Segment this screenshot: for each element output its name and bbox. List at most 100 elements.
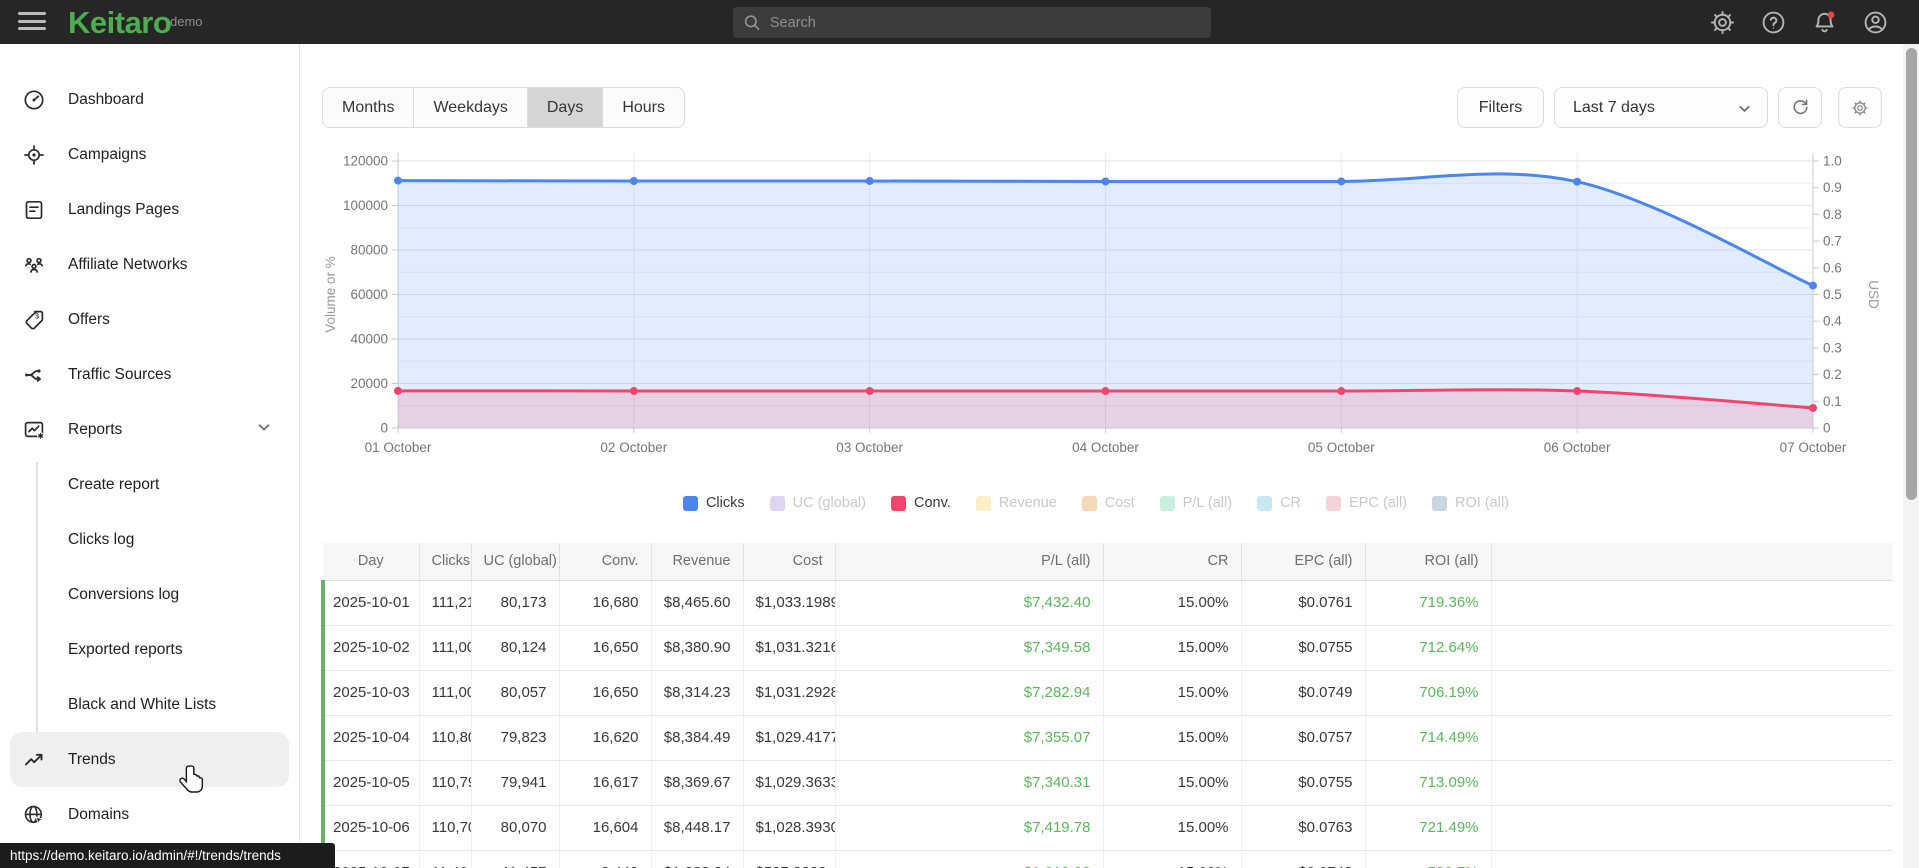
help-icon[interactable] xyxy=(1760,9,1787,36)
cell-spacer xyxy=(1491,850,1893,868)
column-header-day[interactable]: Day xyxy=(323,543,420,581)
top-bar: Keitaro demo xyxy=(0,0,1919,44)
notifications-bell-icon[interactable] xyxy=(1811,9,1838,36)
cell-roi-all: 706.19% xyxy=(1365,670,1492,716)
search-input[interactable] xyxy=(769,14,1201,31)
main-content: Months Weekdays Days Hours Filters Last 7 d… xyxy=(301,44,1903,868)
sidebar-item-black-and-white-lists[interactable]: Black and White Lists xyxy=(10,677,289,732)
table-row[interactable]: 2025-10-04110,8079,82316,620$8,384.49$1,… xyxy=(321,715,1893,761)
data-point xyxy=(1573,177,1582,186)
svg-text:0.2: 0.2 xyxy=(1823,367,1842,382)
domains-icon xyxy=(22,803,46,827)
legend-item-uc-global[interactable]: UC (global) xyxy=(769,495,866,511)
sidebar-item-create-report[interactable]: Create report xyxy=(10,457,289,512)
legend-label: EPC (all) xyxy=(1349,495,1408,511)
column-header-uc-global[interactable]: UC (global) xyxy=(471,543,560,581)
legend-label: Cost xyxy=(1104,495,1135,511)
cell-uc-global: 80,173 xyxy=(471,580,560,626)
cell-cr: 15.00% xyxy=(1103,850,1242,868)
filters-button[interactable]: Filters xyxy=(1457,87,1544,128)
column-header-p-l-all[interactable]: P/L (all) xyxy=(835,543,1104,581)
data-point xyxy=(1809,281,1817,290)
tab-months[interactable]: Months xyxy=(323,88,415,127)
sidebar-nav: Dashboard Campaigns Landings Pages Affiliat… xyxy=(0,44,300,868)
brand-logo[interactable]: Keitaro xyxy=(68,5,172,41)
global-search[interactable] xyxy=(733,7,1211,38)
scrollbar-thumb[interactable] xyxy=(1905,48,1917,500)
cell-conv: 2,449 xyxy=(559,850,652,868)
svg-text:0.6: 0.6 xyxy=(1823,260,1842,275)
tab-days[interactable]: Days xyxy=(527,88,604,127)
vertical-scrollbar[interactable] xyxy=(1903,44,1919,868)
column-header-cost[interactable]: Cost xyxy=(743,543,836,581)
sidebar-item-label: Create report xyxy=(68,475,160,493)
settings-icon[interactable] xyxy=(1709,9,1736,36)
legend-item-p-l-all[interactable]: P/L (all) xyxy=(1159,495,1233,511)
hamburger-menu-icon[interactable] xyxy=(18,12,46,32)
column-header-revenue[interactable]: Revenue xyxy=(651,543,744,581)
cell-p-l-all: $7,419.78 xyxy=(835,805,1104,851)
sidebar-item-offers[interactable]: $ Offers xyxy=(10,292,289,347)
legend-swatch xyxy=(682,495,698,511)
cell-cost: $1,029.3633 xyxy=(743,760,836,806)
legend-item-roi-all[interactable]: ROI (all) xyxy=(1432,495,1509,511)
data-point xyxy=(1809,403,1817,412)
legend-item-clicks[interactable]: Clicks xyxy=(682,495,745,511)
legend-label: Conv. xyxy=(913,495,951,511)
table-row[interactable]: 2025-10-06110,7080,07016,604$8,448.17$1,… xyxy=(321,805,1893,851)
cell-day: 2025-10-06 xyxy=(321,805,420,851)
cell-epc-all: $0.0761 xyxy=(1241,580,1366,626)
table-row[interactable]: 2025-10-0711,4011,4572,449$1,233.34$527.… xyxy=(321,850,1893,868)
legend-item-revenue[interactable]: Revenue xyxy=(975,495,1057,511)
svg-text:100000: 100000 xyxy=(343,198,388,213)
sidebar-item-trends[interactable]: Trends xyxy=(10,732,289,787)
column-header-epc-all[interactable]: EPC (all) xyxy=(1241,543,1366,581)
column-header-clicks[interactable]: Clicks xyxy=(419,543,472,581)
table-row[interactable]: 2025-10-05110,7979,94116,617$8,369.67$1,… xyxy=(321,760,1893,806)
tab-hours[interactable]: Hours xyxy=(603,88,684,127)
svg-text:80000: 80000 xyxy=(350,243,388,258)
svg-text:05 October: 05 October xyxy=(1308,440,1375,455)
sidebar-item-clicks-log[interactable]: Clicks log xyxy=(10,512,289,567)
cell-day: 2025-10-03 xyxy=(321,670,420,716)
cell-day: 2025-10-05 xyxy=(321,760,420,806)
svg-text:0: 0 xyxy=(380,421,388,436)
table-header-row: Day Clicks UC (global) Conv. Revenue Cost P/L … xyxy=(323,543,1893,581)
cell-p-l-all: $1,019.98 xyxy=(835,850,1104,868)
legend-item-cr[interactable]: CR xyxy=(1257,495,1301,511)
column-header-roi-all[interactable]: ROI (all) xyxy=(1365,543,1492,581)
legend-label: P/L (all) xyxy=(1182,495,1233,511)
legend-item-epc-all[interactable]: EPC (all) xyxy=(1326,495,1407,511)
chart-settings-button[interactable] xyxy=(1838,87,1882,128)
sidebar-item-exported-reports[interactable]: Exported reports xyxy=(10,622,289,677)
account-avatar-icon[interactable] xyxy=(1862,9,1889,36)
column-header-conv[interactable]: Conv. xyxy=(559,543,652,581)
tab-weekdays[interactable]: Weekdays xyxy=(414,88,528,127)
sidebar-item-label: Affiliate Networks xyxy=(68,255,188,273)
legend-swatch xyxy=(975,495,991,511)
cell-uc-global: 80,057 xyxy=(471,670,560,716)
cell-epc-all: $0.0755 xyxy=(1241,760,1366,806)
table-row[interactable]: 2025-10-01 111,21 80,173 16,680 $8,465.60 $1,… xyxy=(321,580,1893,626)
sidebar-item-affiliate-networks[interactable]: Affiliate Networks xyxy=(10,237,289,292)
sidebar-item-reports[interactable]: Reports xyxy=(10,402,289,457)
sidebar-item-campaigns[interactable]: Campaigns xyxy=(10,127,289,182)
legend-item-conv[interactable]: Conv. xyxy=(890,495,951,511)
cell-spacer xyxy=(1491,760,1893,806)
cell-p-l-all: $7,349.58 xyxy=(835,625,1104,671)
cell-uc-global: 79,823 xyxy=(471,715,560,761)
table-row[interactable]: 2025-10-03 111,00 80,057 16,650 $8,314.23 $1,… xyxy=(321,670,1893,716)
sidebar-item-traffic-sources[interactable]: Traffic Sources xyxy=(10,347,289,402)
sidebar-item-landings-pages[interactable]: Landings Pages xyxy=(10,182,289,237)
trends-chart[interactable]: 0 20000 40000 60000 80000 100000 120000 0 0.1 0.2… xyxy=(321,141,1891,471)
date-range-select[interactable]: Last 7 days xyxy=(1554,87,1768,128)
sidebar-item-dashboard[interactable]: Dashboard xyxy=(10,72,289,127)
sidebar-item-conversions-log[interactable]: Conversions log xyxy=(10,567,289,622)
table-row[interactable]: 2025-10-02 111,00 80,124 16,650 $8,380.90 $1,… xyxy=(321,625,1893,671)
sidebar-item-domains[interactable]: Domains xyxy=(10,787,289,842)
cell-clicks: 110,80 xyxy=(419,715,472,761)
legend-item-cost[interactable]: Cost xyxy=(1081,495,1135,511)
gear-icon xyxy=(1852,99,1868,116)
column-header-cr[interactable]: CR xyxy=(1103,543,1242,581)
refresh-button[interactable] xyxy=(1778,87,1822,128)
